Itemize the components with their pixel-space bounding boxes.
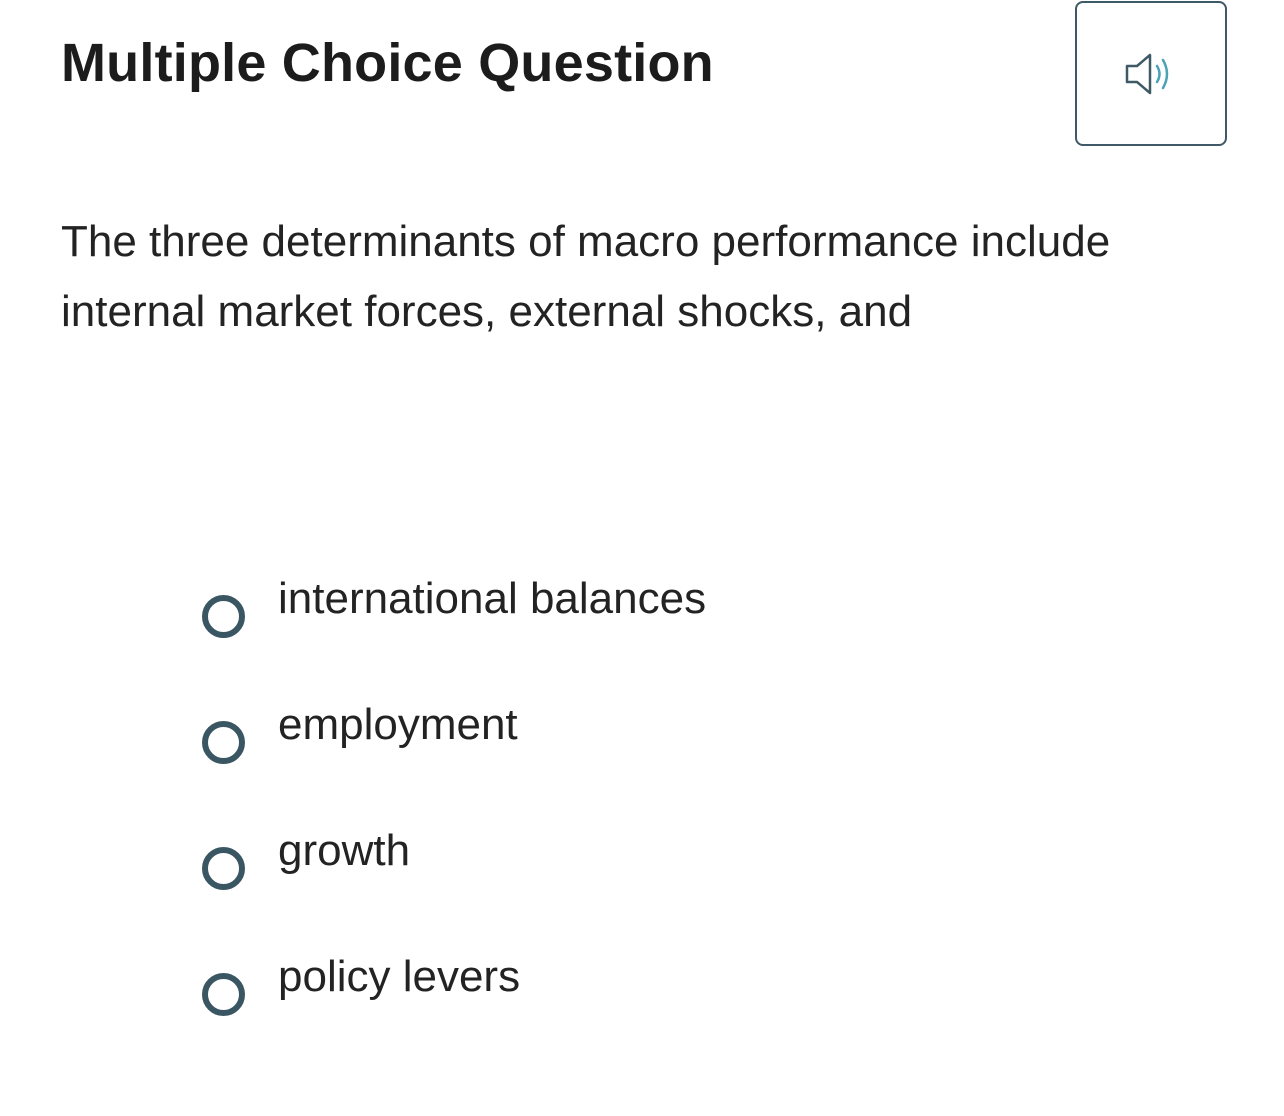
question-text: The three determinants of macro performa… (61, 217, 1111, 336)
radio-button[interactable] (202, 847, 245, 890)
speaker-icon (1123, 50, 1179, 98)
read-aloud-button[interactable] (1075, 1, 1227, 146)
answer-options: international balances employment growth… (202, 574, 706, 1084)
page-title: Multiple Choice Question (61, 33, 714, 93)
answer-option-label: policy levers (278, 952, 521, 1001)
radio-button[interactable] (202, 973, 245, 1016)
answer-option-label: growth (278, 826, 411, 875)
answer-option-label: international balances (278, 574, 707, 623)
answer-option-label: employment (278, 700, 518, 749)
radio-button[interactable] (202, 595, 245, 638)
answer-option[interactable]: policy levers (202, 952, 706, 1084)
radio-button[interactable] (202, 721, 245, 764)
